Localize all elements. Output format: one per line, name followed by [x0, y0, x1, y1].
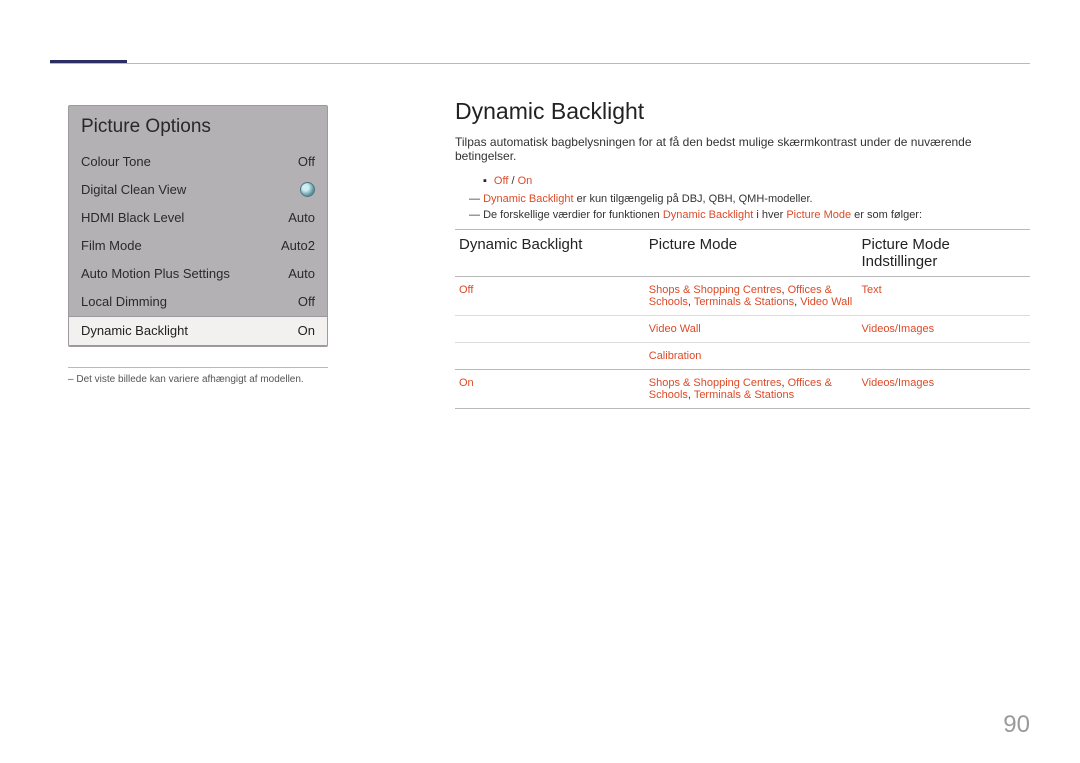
cell-picture-mode: Calibration	[645, 343, 858, 370]
panel-row-label: Film Mode	[81, 238, 142, 253]
cell-picture-mode-settings: Videos/Images	[858, 370, 1031, 409]
off-on-bullet: Off / On	[483, 175, 1030, 187]
panel-row-value: Off	[298, 154, 315, 169]
panel-row[interactable]: Digital Clean View	[69, 176, 327, 204]
panel-row[interactable]: Film Mode Auto2	[69, 232, 327, 260]
panel-row-label: Auto Motion Plus Settings	[81, 266, 230, 281]
cell-dynamic-backlight	[455, 316, 645, 343]
cell-picture-mode-settings: Videos/Images	[858, 316, 1031, 343]
cell-picture-mode: Video Wall	[645, 316, 858, 343]
section-title: Dynamic Backlight	[455, 98, 1030, 125]
panel-row-value: Off	[298, 294, 315, 309]
table-row: OnShops & Shopping Centres, Offices & Sc…	[455, 370, 1030, 409]
panel-row[interactable]: Auto Motion Plus Settings Auto	[69, 260, 327, 288]
note-models: Dynamic Backlight er kun tilgængelig på …	[469, 193, 1030, 205]
cell-picture-mode: Shops & Shopping Centres, Offices & Scho…	[645, 277, 858, 316]
cell-dynamic-backlight: Off	[455, 277, 645, 316]
panel-row-value: Auto	[288, 266, 315, 281]
picture-mode-table: Dynamic Backlight Picture Mode Picture M…	[455, 229, 1030, 409]
panel-row-value: Auto	[288, 210, 315, 225]
panel-title: Picture Options	[69, 106, 327, 148]
left-divider	[68, 367, 328, 368]
table-row: OffShops & Shopping Centres, Offices & S…	[455, 277, 1030, 316]
table-header: Picture Mode	[645, 230, 858, 277]
header-rule	[50, 63, 1030, 64]
table-header: Dynamic Backlight	[455, 230, 645, 277]
model-variation-note: – Det viste billede kan variere afhængig…	[68, 374, 328, 385]
page-number: 90	[1003, 711, 1030, 739]
cell-dynamic-backlight: On	[455, 370, 645, 409]
panel-row[interactable]: Local Dimming Off	[69, 288, 327, 316]
panel-row-value: Auto2	[281, 238, 315, 253]
panel-row[interactable]: HDMI Black Level Auto	[69, 204, 327, 232]
panel-row-label: Colour Tone	[81, 154, 151, 169]
cell-picture-mode: Shops & Shopping Centres, Offices & Scho…	[645, 370, 858, 409]
note-values: De forskellige værdier for funktionen Dy…	[469, 209, 1030, 221]
table-row: Video WallVideos/Images	[455, 316, 1030, 343]
intro-text: Tilpas automatisk bagbelysningen for at …	[455, 135, 1030, 163]
table-header: Picture Mode Indstillinger	[858, 230, 1031, 277]
table-row: Calibration	[455, 343, 1030, 370]
cell-dynamic-backlight	[455, 343, 645, 370]
panel-row-value: On	[298, 323, 315, 338]
panel-row[interactable]: Colour Tone Off	[69, 148, 327, 176]
cell-picture-mode-settings	[858, 343, 1031, 370]
toggle-icon[interactable]	[300, 182, 315, 197]
panel-row-label: HDMI Black Level	[81, 210, 184, 225]
picture-options-panel: Picture Options Colour Tone Off Digital Cl…	[68, 105, 328, 347]
panel-row-label: Digital Clean View	[81, 182, 186, 197]
panel-row-label: Local Dimming	[81, 294, 167, 309]
panel-row[interactable]: Dynamic Backlight On	[69, 316, 327, 346]
cell-picture-mode-settings: Text	[858, 277, 1031, 316]
panel-row-label: Dynamic Backlight	[81, 323, 188, 338]
